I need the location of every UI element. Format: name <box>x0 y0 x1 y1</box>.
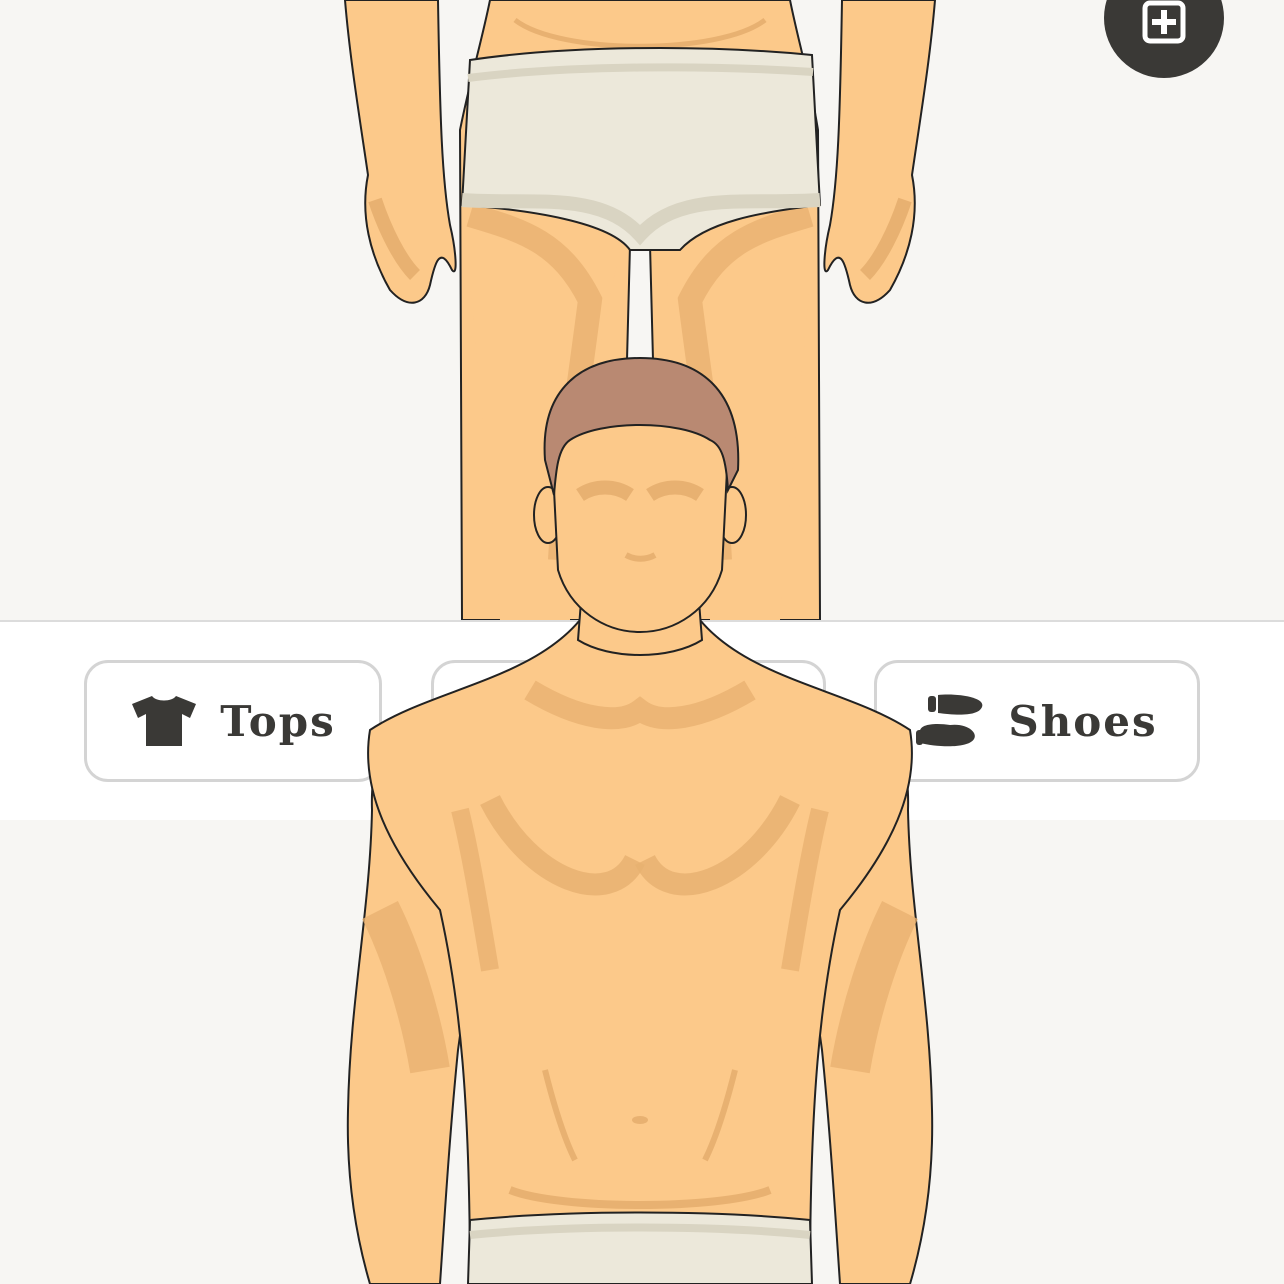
tshirt-icon <box>132 696 197 746</box>
tops-button[interactable]: Tops <box>84 660 382 782</box>
avatar-upper-section <box>0 820 1284 1284</box>
pants-icon <box>488 693 535 749</box>
tops-label: Tops <box>220 696 336 746</box>
category-bar: Tops Bottoms Shoes <box>0 620 1284 820</box>
add-square-icon <box>1142 0 1186 44</box>
avatar-lower-section <box>0 0 1284 620</box>
shoes-label: Shoes <box>1008 696 1158 746</box>
bottoms-button[interactable]: Bottoms <box>431 660 826 782</box>
bottoms-label: Bottoms <box>558 696 771 746</box>
footprints-icon <box>916 694 983 747</box>
shoes-button[interactable]: Shoes <box>874 660 1200 782</box>
